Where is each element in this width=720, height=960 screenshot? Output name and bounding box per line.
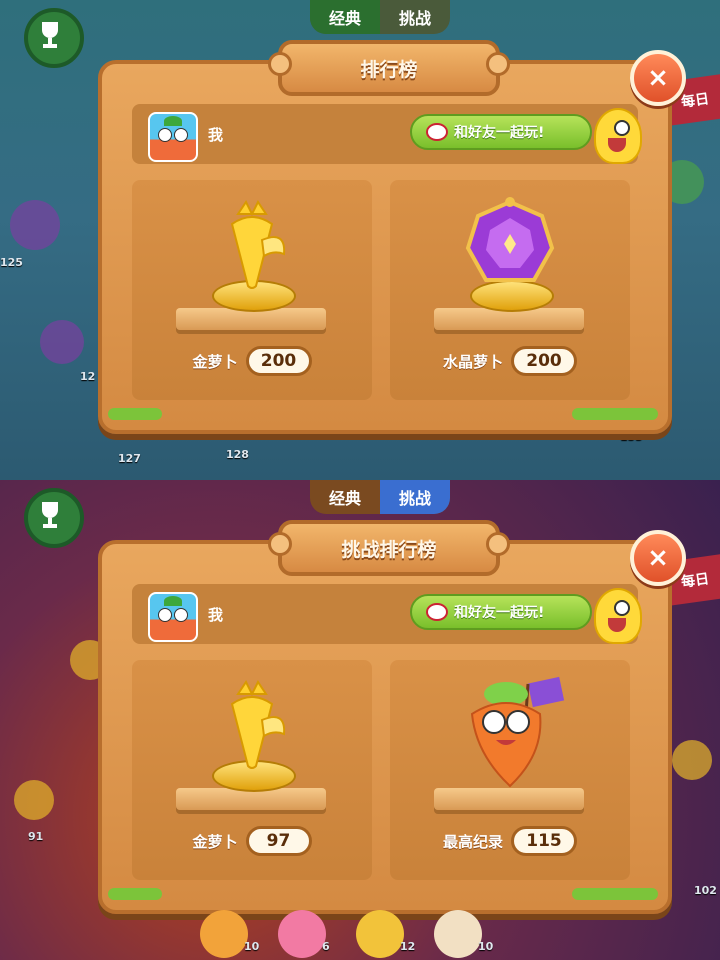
level-number: 102 [694,884,717,897]
carrot-hero-flag-icon [470,676,565,788]
leaderboard-panel: 排行榜 × 我 和好友一起玩! 金萝卜 200 水晶萝卜 200 [98,40,686,434]
user-name: 我 [208,606,224,624]
tab-classic[interactable]: 经典 [310,0,380,34]
curl-ornament [486,52,510,76]
level-node [672,740,712,780]
weibo-icon [426,123,448,141]
play-with-friends-button[interactable]: 和好友一起玩! [410,594,592,630]
gold-carrot-card: 金萝卜 97 [132,660,372,880]
close-button[interactable]: × [630,50,686,106]
level-number: 128 [226,448,249,461]
close-button[interactable]: × [630,530,686,586]
avatar [148,592,198,642]
best-record-card: 最高纪录 115 [390,660,630,880]
gold-carrot-trophy-icon [230,200,286,289]
card-label-row: 最高纪录 115 [390,826,630,856]
character-slot[interactable]: 6 [278,910,330,958]
character-strip: 10 6 12 10 [200,910,560,960]
stat-value: 200 [511,346,577,376]
grass-decoration [572,408,658,420]
tab-classic[interactable]: 经典 [310,480,380,514]
user-name: 我 [208,126,224,144]
grass-decoration [108,408,162,420]
play-with-friends-label: 和好友一起玩! [454,125,545,141]
level-number: 125 [0,256,23,269]
gold-carrot-card: 金萝卜 200 [132,180,372,400]
panel-title: 排行榜 [360,58,418,81]
close-icon: × [647,63,669,93]
grass-decoration [108,888,162,900]
tab-challenge[interactable]: 挑战 [380,480,450,514]
stat-label: 金萝卜 [192,352,238,371]
card-label-row: 金萝卜 97 [132,826,372,856]
card-label-row: 金萝卜 200 [132,346,372,376]
character-level: 6 [322,940,330,953]
panel-title-plate: 排行榜 [268,40,510,96]
level-node [10,200,60,250]
mode-tabs: 经典 挑战 [310,0,450,34]
curl-ornament [486,532,510,556]
stat-label: 最高纪录 [442,832,503,851]
challenge-leaderboard-screen: 91 102 经典 挑战 每日 挑战排行榜 × 我 和好友一起玩! 金萝卜 97… [0,480,720,960]
level-number: 91 [28,830,44,843]
crystal-gem-trophy-icon [465,197,555,282]
trophy-button[interactable] [24,8,84,68]
stat-label: 水晶萝卜 [442,352,503,371]
classic-leaderboard-screen: 125 127 128 133 12 经典 挑战 每日 排行榜 × 我 和好友一… [0,0,720,480]
gold-carrot-trophy-icon [230,680,286,769]
grass-decoration [572,888,658,900]
level-number: 12 [80,370,96,383]
play-with-friends-button[interactable]: 和好友一起玩! [410,114,592,150]
avatar [148,112,198,162]
character-level: 12 [400,940,416,953]
trophy-button[interactable] [24,488,84,548]
play-with-friends-label: 和好友一起玩! [454,605,545,621]
crystal-carrot-card: 水晶萝卜 200 [390,180,630,400]
character-slot[interactable]: 12 [356,910,415,958]
user-row: 我 和好友一起玩! [132,104,642,164]
leaderboard-panel: 挑战排行榜 × 我 和好友一起玩! 金萝卜 97 最高纪录 115 [98,520,686,914]
stat-label: 金萝卜 [192,832,238,851]
trophy-icon [42,22,58,48]
stat-value: 97 [245,826,312,856]
user-row: 我 和好友一起玩! [132,584,642,644]
panel-title-plate: 挑战排行榜 [268,520,510,576]
character-level: 10 [244,940,260,953]
level-node [14,780,54,820]
panel-title: 挑战排行榜 [341,538,437,561]
level-number: 127 [118,452,141,465]
stat-value: 200 [245,346,312,376]
tab-challenge[interactable]: 挑战 [380,0,450,34]
stat-value: 115 [511,826,577,856]
curl-ornament [268,52,292,76]
weibo-icon [426,603,448,621]
curl-ornament [268,532,292,556]
close-icon: × [647,543,669,573]
mascot-icon [594,108,642,164]
trophy-icon [42,502,58,528]
card-label-row: 水晶萝卜 200 [390,346,630,376]
mascot-icon [594,588,642,644]
character-slot[interactable]: 10 [434,910,493,958]
level-node [40,320,84,364]
character-slot[interactable]: 10 [200,910,259,958]
mode-tabs: 经典 挑战 [310,480,450,514]
character-level: 10 [478,940,494,953]
